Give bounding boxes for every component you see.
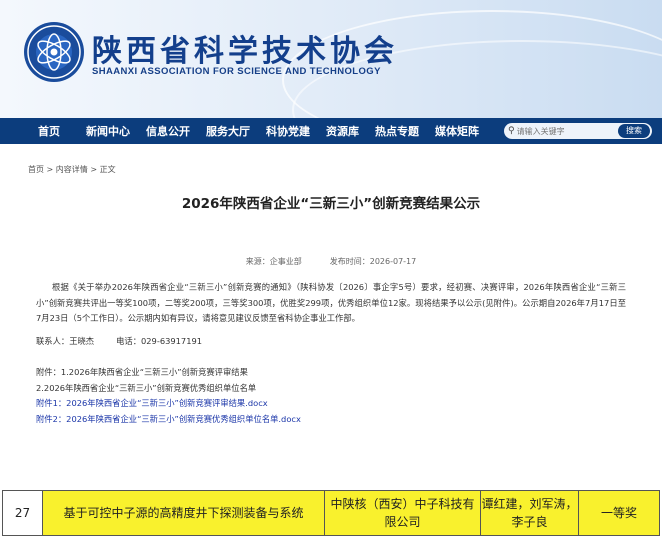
contact-line: 联系人：王晓杰 电话：029-63917191 — [36, 335, 202, 347]
table-row: 27 基于可控中子源的高精度井下探测装备与系统 中陕核（西安）中子科技有限公司 … — [2, 490, 660, 536]
nav-item-services[interactable]: 服务大厅 — [198, 123, 258, 139]
breadcrumb: 首页 > 内容详情 > 正文 — [28, 164, 116, 175]
search-icon: ⚲ — [508, 126, 515, 136]
page: 陕西省科学技术协会 SHAANXI ASSOCIATION FOR SCIENC… — [0, 0, 662, 538]
contact-phone: 电话：029-63917191 — [116, 336, 203, 346]
contact-person: 联系人：王晓杰 — [36, 336, 95, 346]
result-table-crop: 27 基于可控中子源的高精度井下探测装备与系统 中陕核（西安）中子科技有限公司 … — [0, 490, 662, 538]
nav-item-party[interactable]: 科协党建 — [258, 123, 318, 139]
attachment-item: 2.2026年陕西省企业“三新三小”创新竞赛优秀组织单位名单 — [36, 382, 257, 393]
site-title: 陕西省科学技术协会 — [92, 34, 398, 69]
site-header: 陕西省科学技术协会 SHAANXI ASSOCIATION FOR SCIENC… — [0, 0, 662, 118]
article-title: 2026年陕西省企业“三新三小”创新竞赛结果公示 — [181, 196, 481, 212]
nav-item-news[interactable]: 新闻中心 — [78, 123, 138, 139]
main-nav: 首页 新闻中心 信息公开 服务大厅 科协党建 资源库 热点专题 媒体矩阵 ⚲ 搜… — [0, 118, 662, 144]
article-meta: 来源：企事业部 发布时间：2026-07-17 — [0, 256, 662, 267]
search-input[interactable] — [516, 126, 593, 136]
article-body: 根据《关于举办2026年陕西省企业“三新三小”创新竞赛的通知》（陕科协发〔202… — [36, 282, 626, 323]
article-content: 首页 > 内容详情 > 正文 2026年陕西省企业“三新三小”创新竞赛结果公示 … — [0, 144, 662, 496]
site-subtitle: SHAANXI ASSOCIATION FOR SCIENCE AND TECH… — [92, 66, 381, 77]
nav-item-media[interactable]: 媒体矩阵 — [427, 123, 487, 139]
result-table: 27 基于可控中子源的高精度井下探测装备与系统 中陕核（西安）中子科技有限公司 … — [2, 490, 660, 536]
breadcrumb-item-current: 正文 — [99, 165, 116, 174]
breadcrumb-separator: > — [46, 165, 54, 174]
award-cell: 一等奖 — [578, 490, 660, 536]
search-box: ⚲ 搜索 — [504, 123, 652, 139]
nav-item-topics[interactable]: 热点专题 — [367, 123, 427, 139]
unit-name-cell: 中陕核（西安）中子科技有限公司 — [324, 490, 481, 536]
attachment-link[interactable]: 附件1：2026年陕西省企业“三新三小”创新竞赛评审结果.docx — [36, 396, 301, 412]
shaanxi-cast-emblem-icon[interactable] — [22, 20, 86, 84]
nav-item-resources[interactable]: 资源库 — [318, 123, 367, 139]
attachment-list: 附件：1.2026年陕西省企业“三新三小”创新竞赛评审结果 2.2026年陕西省… — [36, 365, 301, 427]
article-source: 来源：企事业部 — [245, 257, 302, 266]
breadcrumb-item-detail[interactable]: 内容详情 — [56, 165, 88, 174]
nav-item-info[interactable]: 信息公开 — [138, 123, 198, 139]
breadcrumb-separator: > — [90, 165, 98, 174]
attachment-link[interactable]: 附件2：2026年陕西省企业“三新三小”创新竞赛优秀组织单位名单.docx — [36, 412, 301, 428]
project-name-cell: 基于可控中子源的高精度井下探测装备与系统 — [42, 490, 325, 536]
breadcrumb-item-home[interactable]: 首页 — [28, 165, 44, 174]
row-number-cell: 27 — [2, 490, 43, 536]
search-button[interactable]: 搜索 — [618, 124, 650, 138]
attachment-item: 附件：1.2026年陕西省企业“三新三小”创新竞赛评审结果 — [36, 367, 248, 377]
article-date: 发布时间：2026-07-17 — [329, 257, 417, 266]
nav-item-home[interactable]: 首页 — [0, 123, 78, 139]
people-cell: 谭红建，刘军涛，李子良 — [480, 490, 579, 536]
